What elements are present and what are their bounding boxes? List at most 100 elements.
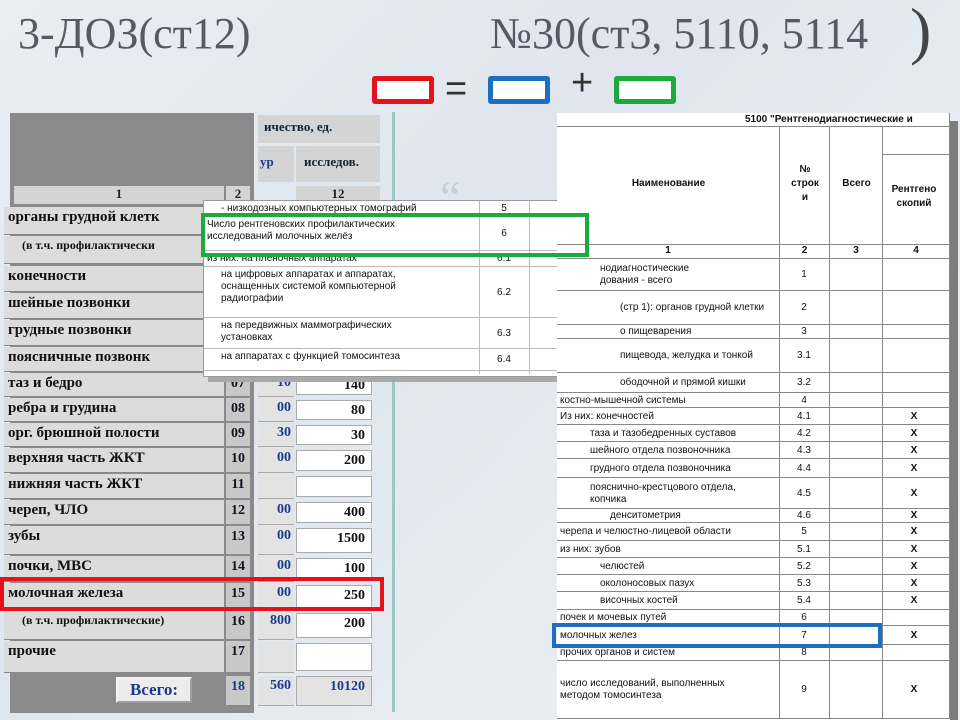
right-form-col-name: Наименование: [631, 178, 706, 189]
left-form-cell-a: 00: [258, 526, 294, 555]
right-form-row-number: 5.2: [797, 560, 811, 572]
right-form-row-number: 4: [801, 394, 807, 406]
red-highlight-mammary: [0, 577, 384, 611]
right-form-row-label: височных костей: [600, 595, 678, 606]
left-form-input-cell[interactable]: 400: [296, 502, 372, 523]
right-form-row: нодиагностические дования - всего 1: [557, 259, 950, 291]
right-form-row-xray-mark: Х: [910, 543, 918, 555]
right-form-row: пояснично-крестцового отдела, копчика 4.5…: [557, 478, 950, 509]
right-form-row-number: 4.3: [797, 444, 811, 456]
left-form-row-number: 08: [226, 398, 250, 422]
right-form-row-label: число исследований, выполненных методом …: [560, 678, 725, 701]
left-form-cell-a: 800: [258, 611, 294, 640]
right-form-colnum: 1: [557, 245, 780, 259]
popup-row-label: на аппаратах с функцией томосинтеза: [221, 351, 401, 362]
right-form-colnum: 4: [883, 245, 950, 259]
right-form-row-number: 4.2: [797, 427, 811, 439]
blue-legend-box: [488, 76, 550, 104]
right-form-row-label: из них: зубов: [560, 543, 621, 555]
left-form-input-cell[interactable]: 200: [296, 450, 372, 471]
left-form-row-label: шейные позвонки: [4, 293, 224, 319]
right-form-row-xray-mark: Х: [910, 629, 918, 641]
right-form-row-label: шейного отдела позвоночника: [590, 444, 731, 456]
left-form-qty-header: ичество, ед.: [258, 115, 380, 143]
right-form-row-label: (стр 1): органов грудной клетки: [620, 302, 765, 313]
right-form-row-label: прочих органов и систем: [560, 647, 676, 658]
right-form-row-number: 2: [801, 302, 807, 313]
left-form-row-number: 09: [226, 423, 250, 447]
left-form-input-cell[interactable]: 140: [296, 375, 372, 395]
popup-row: на цифровых аппаратах и аппаратах, оснащ…: [204, 267, 607, 318]
total-row-number: 18: [226, 676, 250, 706]
right-form-col-total: Всего: [842, 178, 871, 189]
right-form-row-number: 5.3: [797, 577, 811, 589]
title-left: 3-ДОЗ(ст12): [18, 9, 251, 58]
left-form-input-cell[interactable]: [296, 476, 372, 497]
title-right: №30(ст3, 5110, 5114: [490, 9, 869, 58]
right-form-row-number: 1: [801, 269, 807, 280]
popup-row: на передвижных маммографических установк…: [204, 318, 607, 349]
right-form-col-rownum: № строк и: [791, 164, 819, 203]
left-form-cell-a: [258, 474, 294, 499]
left-form-row-number: 16: [226, 611, 250, 640]
popup-row: на аппаратах с функцией томосинтеза 6.4: [204, 349, 607, 371]
left-form-row-number: 10: [226, 448, 250, 473]
plus-sign: +: [571, 62, 594, 104]
left-form-cell-a: 00: [258, 398, 294, 422]
right-form-row: костно-мышечной системы 4: [557, 393, 950, 408]
left-form-colnum-1: 1: [14, 186, 224, 204]
right-form-row-xray-mark: Х: [910, 510, 918, 521]
right-form-row: челюстей 5.2 Х: [557, 558, 950, 575]
right-form-row-label: ободочной и прямой кишки: [620, 377, 746, 388]
right-form-row-xray-mark: Х: [910, 577, 918, 589]
right-form-row-label: денситометрия: [610, 510, 681, 521]
total-button[interactable]: Всего:: [116, 677, 192, 703]
right-form-row: грудного отдела позвоночника 4.4 Х: [557, 459, 950, 478]
right-form-row-xray-mark: Х: [910, 684, 918, 695]
left-form-cell-a: 30: [258, 423, 294, 447]
right-form-row-label: околоносовых пазух: [600, 577, 695, 589]
left-form-cell-a: [258, 641, 294, 673]
right-form-row: (стр 1): органов грудной клетки 2: [557, 291, 950, 325]
right-form-row-label: черепа и челюстно-лицевой области: [560, 526, 731, 537]
right-form-row-number: 5.1: [797, 543, 811, 555]
left-form-row-label: орг. брюшной полости: [4, 423, 224, 447]
right-form-row-label: таза и тазобедренных суставов: [590, 427, 737, 439]
right-form-row: височных костей 5.4 Х: [557, 592, 950, 610]
left-form-row-number: 13: [226, 526, 250, 555]
right-form-colnum: 3: [830, 245, 883, 259]
right-form-row: о пищеварения 3: [557, 325, 950, 339]
right-form-row-xray-mark: Х: [910, 410, 918, 422]
left-form-row-label: таз и бедро: [4, 373, 224, 397]
right-form-row-xray-mark: Х: [910, 526, 918, 537]
left-form-col-a-header: ур: [258, 146, 294, 182]
left-form-row-label: ребра и грудина: [4, 398, 224, 422]
right-form-row: черепа и челюстно-лицевой области 5 Х: [557, 523, 950, 541]
left-form-row-label: прочие: [4, 641, 224, 673]
right-form-row-number: 4.1: [797, 410, 811, 422]
right-form-row-xray-mark: Х: [910, 595, 918, 606]
right-form-col-xray: Рентгено скопий: [891, 184, 937, 209]
right-form-row: Из них: конечностей 4.1 Х: [557, 408, 950, 425]
left-form-input-cell[interactable]: 30: [296, 425, 372, 445]
left-form-row-label: нижняя часть ЖКТ: [4, 474, 224, 499]
right-form-row-label: грудного отдела позвоночника: [590, 462, 731, 474]
close-paren: ): [910, 0, 932, 66]
popup-row-label: на цифровых аппаратах и аппаратах, оснащ…: [221, 269, 396, 304]
left-form-row-label: конечности: [4, 266, 224, 292]
equals-sign: =: [445, 68, 468, 110]
right-form-row-number: 3.1: [797, 350, 811, 361]
right-form-row-number: 4.6: [797, 510, 811, 521]
right-form-row-label: нодиагностические дования - всего: [600, 263, 690, 286]
right-form-row-label: пояснично-крестцового отдела, копчика: [590, 481, 736, 505]
left-form-cell-a: 00: [258, 500, 294, 525]
total-col-a: 560: [258, 676, 294, 706]
left-form-input-cell[interactable]: 1500: [296, 528, 372, 553]
left-form-input-cell[interactable]: 80: [296, 400, 372, 420]
red-legend-box: [372, 76, 434, 104]
right-form-row: число исследований, выполненных методом …: [557, 661, 950, 719]
left-form-input-cell[interactable]: [296, 643, 372, 671]
left-form-input-cell[interactable]: 200: [296, 613, 372, 638]
right-form-row-label: о пищеварения: [620, 326, 692, 337]
left-form-row-label: (в т.ч. профилактически: [4, 236, 224, 264]
